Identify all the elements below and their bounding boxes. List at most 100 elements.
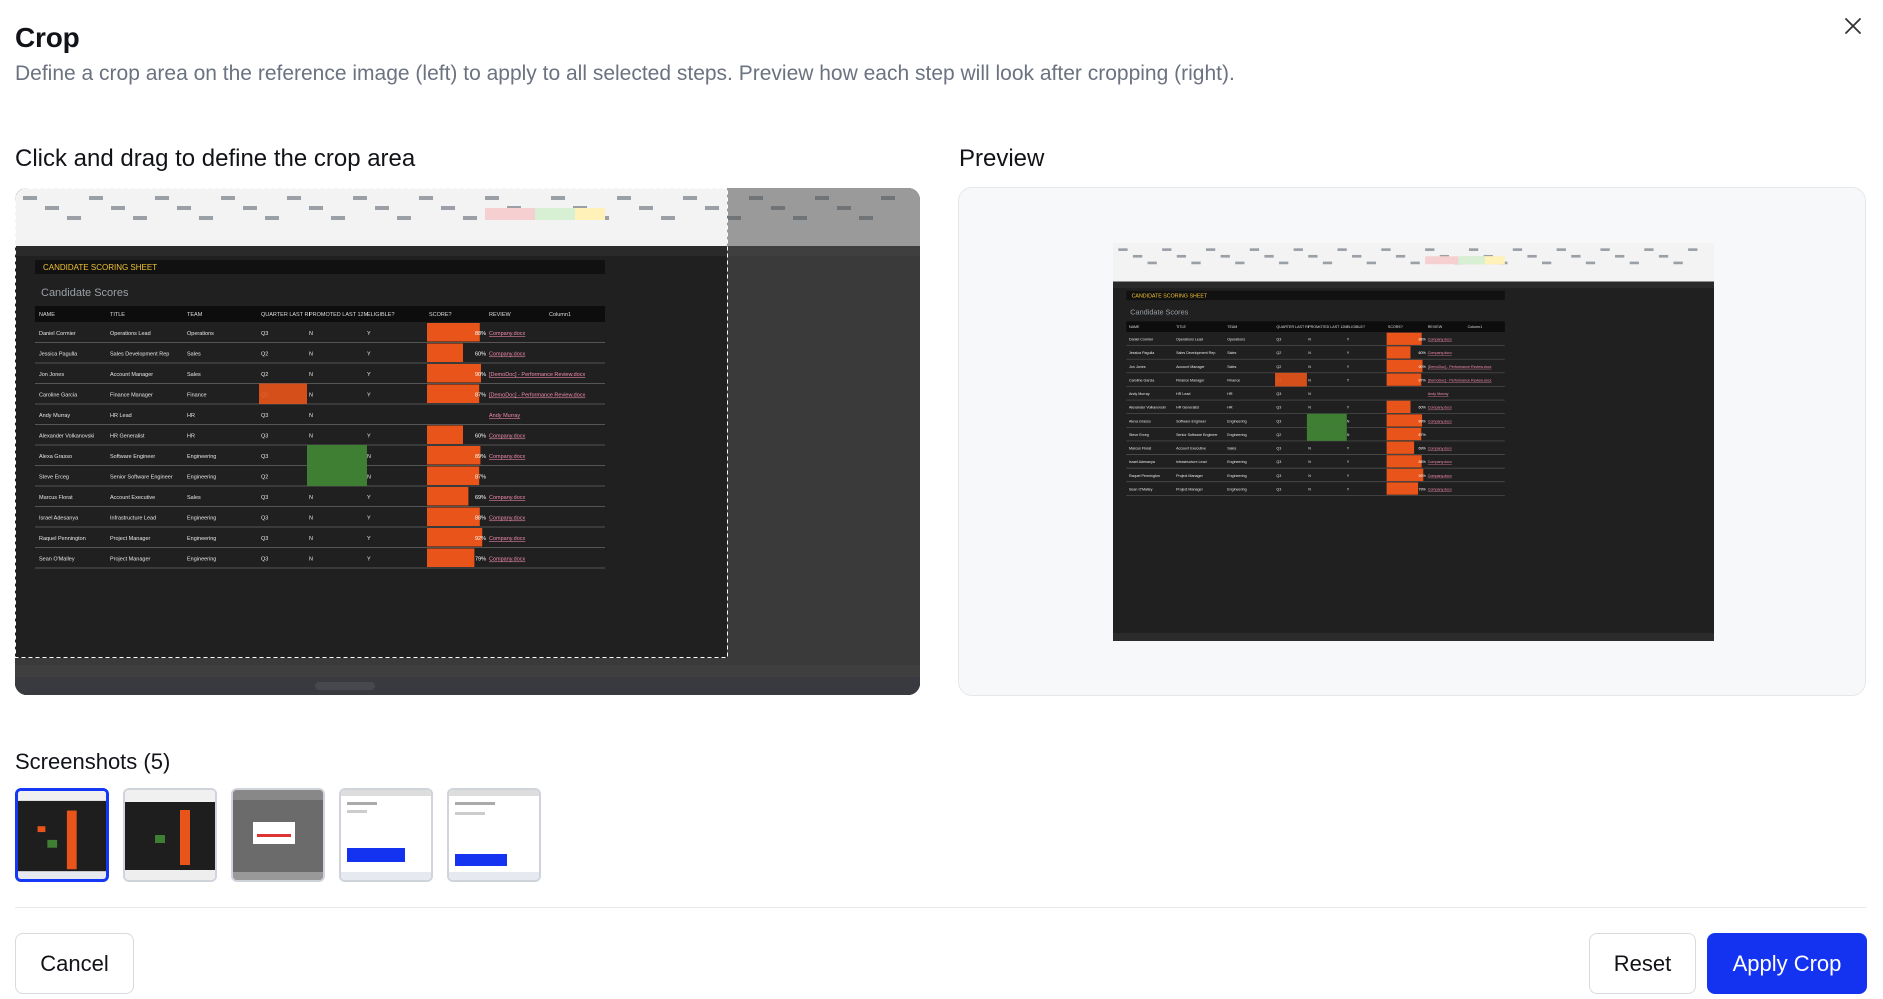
table-cell: Sean O'Malley xyxy=(1129,487,1153,491)
score-value: 60% xyxy=(475,434,486,440)
table-cell: Q3 xyxy=(261,536,268,542)
cancel-button[interactable]: Cancel xyxy=(15,933,134,994)
preview-image: CANDIDATE SCORING SHEET Candidate Scores N… xyxy=(1113,243,1714,641)
ribbon-control xyxy=(331,216,345,220)
ribbon-control xyxy=(67,216,81,220)
table-cell: Engineering xyxy=(187,475,216,481)
score-value: 60% xyxy=(1418,351,1426,355)
table-cell: N xyxy=(309,352,313,358)
review-link: Company.docx xyxy=(1428,460,1452,464)
ribbon-control xyxy=(1585,261,1596,265)
table-cell: Sales xyxy=(187,495,201,501)
table-cell: HR Lead xyxy=(110,413,132,419)
column-header: QUARTER LAST RI xyxy=(261,312,310,318)
table-cell: Marcus Florat xyxy=(1129,447,1151,451)
ribbon-control xyxy=(1468,248,1479,251)
score-value: 79% xyxy=(1418,487,1426,491)
ribbon-control xyxy=(683,196,697,200)
review-link: Company.docx xyxy=(1428,351,1452,355)
table-cell: Alexander Volkanovski xyxy=(1129,406,1166,410)
review-link: Company.docx xyxy=(489,352,526,358)
ribbon-control xyxy=(1615,254,1625,258)
column-header: TEAM xyxy=(187,312,203,318)
table-cell: Sales xyxy=(1227,351,1236,355)
table-cell: Infrastructure Lead xyxy=(1176,460,1207,464)
crop-overlay xyxy=(15,658,727,695)
screenshot-thumbnail-1[interactable] xyxy=(15,788,109,882)
review-link: Company.docx xyxy=(489,516,526,522)
score-value: 92% xyxy=(1418,474,1426,478)
score-bar xyxy=(427,384,480,403)
column-header: NAME xyxy=(1129,325,1140,329)
ribbon-control xyxy=(1644,248,1654,251)
score-bar xyxy=(1386,359,1423,373)
table-cell: Q3 xyxy=(261,557,268,563)
column-header: NAME xyxy=(39,312,55,318)
table-cell: Sean O'Malley xyxy=(39,557,75,563)
table-cell: N xyxy=(1308,474,1311,478)
table-cell: Software Engineer xyxy=(110,454,155,460)
table-cell: Q2 xyxy=(261,352,268,358)
highlight-cell xyxy=(1306,427,1347,441)
column-header: Column1 xyxy=(549,312,571,318)
style-swatch xyxy=(1484,256,1505,265)
table-cell: Finance Manager xyxy=(110,393,153,399)
ribbon-control xyxy=(45,206,59,210)
table-cell: Operations Lead xyxy=(110,331,151,337)
screenshot-thumbnail-2[interactable] xyxy=(123,788,217,882)
close-icon xyxy=(1845,18,1861,34)
review-link: Company.docx xyxy=(1428,487,1452,491)
screenshots-label: Screenshots (5) xyxy=(15,749,171,774)
table-cell: Sales Development Rep xyxy=(110,352,169,358)
screenshot-thumbnail-4[interactable] xyxy=(339,788,433,882)
score-value: 88% xyxy=(1418,338,1426,342)
ribbon-control xyxy=(89,196,103,200)
screenshot-thumbnails xyxy=(15,788,541,882)
table-cell: Y xyxy=(367,495,371,501)
ribbon-control xyxy=(1176,254,1187,258)
table-cell: Q3 xyxy=(261,413,268,419)
ribbon-control xyxy=(639,206,653,210)
ribbon-control xyxy=(1337,248,1347,251)
table-cell: Software Engineer xyxy=(1176,419,1207,423)
preview-label: Preview xyxy=(959,145,1045,172)
ribbon-control xyxy=(111,206,125,210)
reference-image-crop-area[interactable]: CANDIDATE SCORING SHEET Candidate Scores N… xyxy=(15,188,920,695)
ribbon-control xyxy=(1132,254,1143,258)
table-cell: N xyxy=(367,454,371,460)
screenshot-thumbnail-3[interactable] xyxy=(231,788,325,882)
table-cell: N xyxy=(309,393,313,399)
table-cell: Alexander Volkanovski xyxy=(39,434,94,440)
ribbon-control xyxy=(1381,248,1391,251)
dialog-subtitle: Define a crop area on the reference imag… xyxy=(15,62,1235,85)
table-cell: Q3 xyxy=(261,516,268,522)
table-cell: Alexa Grasso xyxy=(39,454,72,460)
table-cell: Daniel Cormier xyxy=(1129,338,1154,342)
ribbon-control xyxy=(155,196,169,200)
table-cell: Senior Software Engineer xyxy=(1176,433,1218,437)
apply-crop-button[interactable]: Apply Crop xyxy=(1707,933,1867,994)
ribbon-control xyxy=(1527,254,1537,258)
close-button[interactable] xyxy=(1839,12,1867,40)
score-value: 87% xyxy=(1418,433,1426,437)
reset-button[interactable]: Reset xyxy=(1589,933,1696,994)
highlight-cell xyxy=(307,445,367,466)
table-cell: Sales xyxy=(1227,447,1236,451)
score-value: 69% xyxy=(475,495,486,501)
table-cell: Account Executive xyxy=(1176,447,1206,451)
table-cell: N xyxy=(309,516,313,522)
table-cell: Caroline Garcia xyxy=(39,393,78,399)
column-header: ELIGIBLE? xyxy=(1347,325,1365,329)
table-cell: Engineering xyxy=(1227,433,1246,437)
score-bar xyxy=(427,425,463,444)
score-value: 87% xyxy=(1418,378,1426,382)
footer-divider xyxy=(15,907,1866,908)
review-link: [DemoDoc] - Performance Review.docx xyxy=(489,393,586,399)
table-title: Candidate Scores xyxy=(1130,308,1188,317)
score-bar xyxy=(427,466,480,485)
screenshot-thumbnail-5[interactable] xyxy=(447,788,541,882)
table-cell: Q3 xyxy=(1276,392,1281,396)
table-cell: Y xyxy=(367,331,371,337)
ribbon-control xyxy=(1673,261,1683,265)
table-title: Candidate Scores xyxy=(41,287,129,299)
